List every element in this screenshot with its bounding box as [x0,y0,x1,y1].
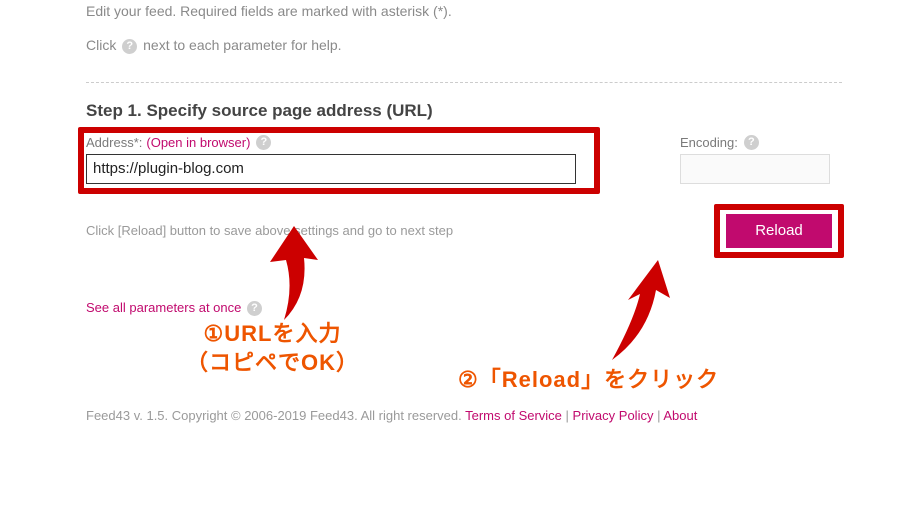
intro-text-2b: next to each parameter for help. [143,37,341,53]
footer-tos-link[interactable]: Terms of Service [465,408,562,423]
intro-text-2: Click ? next to each parameter for help. [86,37,842,54]
action-row: Click [Reload] button to save above sett… [86,214,842,248]
intro-text-1: Edit your feed. Required fields are mark… [86,0,842,19]
footer: Feed43 v. 1.5. Copyright © 2006-2019 Fee… [86,408,842,423]
form-row: Address*: (Open in browser) ? Encoding: … [86,135,842,184]
help-icon[interactable]: ? [256,135,271,150]
help-icon[interactable]: ? [247,301,262,316]
encoding-label: Encoding: [680,135,738,150]
encoding-label-row: Encoding: ? [680,135,860,150]
reload-button-wrap: Reload [726,214,832,248]
footer-sep: | [566,408,573,423]
address-input[interactable] [86,154,576,184]
open-in-browser-link[interactable]: (Open in browser) [146,135,250,150]
help-icon[interactable]: ? [744,135,759,150]
reload-button[interactable]: Reload [726,214,832,248]
help-icon[interactable]: ? [122,39,137,54]
reload-hint: Click [Reload] button to save above sett… [86,223,453,238]
address-label-row: Address*: (Open in browser) ? [86,135,596,150]
step1-title: Step 1. Specify source page address (URL… [86,101,842,121]
see-all-parameters-link[interactable]: See all parameters at once [86,300,241,315]
footer-prefix: Feed43 v. 1.5. Copyright © [86,408,244,423]
address-label: Address*: [86,135,142,150]
encoding-input[interactable] [680,154,830,184]
encoding-field-group: Encoding: ? [680,135,860,184]
address-field-group: Address*: (Open in browser) ? [86,135,596,184]
footer-privacy-link[interactable]: Privacy Policy [573,408,654,423]
section-divider [86,82,842,83]
footer-mid: 2006-2019 Feed43. All right reserved. [244,408,465,423]
intro-text-2a: Click [86,37,116,53]
see-all-row: See all parameters at once ? [86,300,842,316]
footer-about-link[interactable]: About [663,408,697,423]
